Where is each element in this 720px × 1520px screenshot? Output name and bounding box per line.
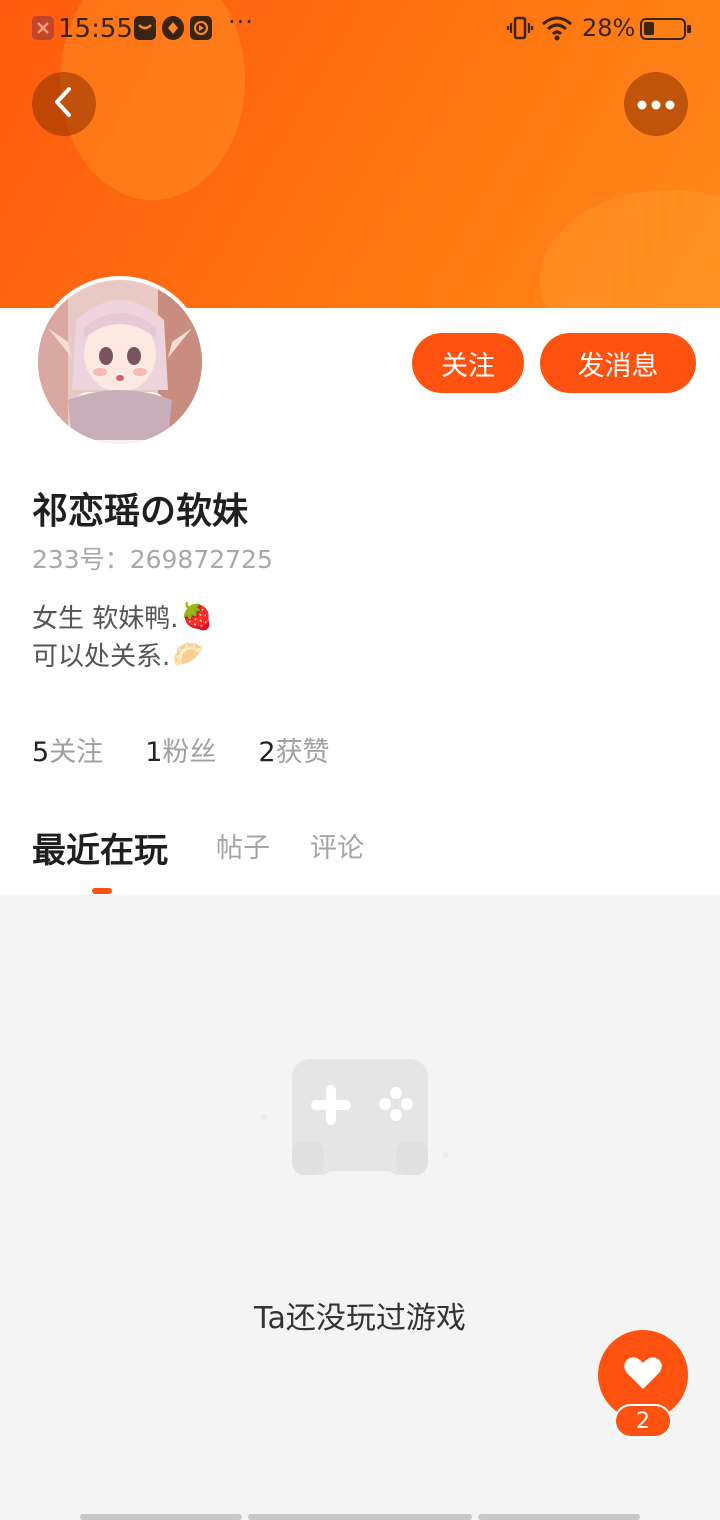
battery-level [644,22,654,35]
vibrate-icon [506,14,534,46]
stat-label: 获赞 [275,737,330,768]
app-play-icon [190,16,212,40]
stat-number: 2 [258,737,276,768]
stat-label: 关注 [49,737,104,768]
app-close-icon [32,16,54,40]
like-count-badge: 2 [614,1404,672,1438]
strawberry-icon: 🍓 [180,601,213,632]
tab-posts[interactable]: 帖子 [216,826,270,865]
more-horizontal-icon [636,95,676,114]
bottom-indicator [478,1514,640,1520]
battery-icon [640,18,691,40]
heart-icon [623,1355,663,1395]
avatar[interactable] [34,276,206,448]
follow-button[interactable]: 关注 [412,333,524,393]
tab-recently-played[interactable]: 最近在玩 [32,823,168,872]
stat-followers[interactable]: 1粉丝 [145,730,216,769]
status-more-indicator: ··· [228,8,254,36]
profile-name: 祁恋瑶の软妹 [32,491,249,532]
profile-uid: 233号：269872725 [32,545,273,574]
stat-number: 5 [32,737,50,768]
stat-label: 粉丝 [162,737,217,768]
stat-likes[interactable]: 2获赞 [258,730,329,769]
battery-nub [687,25,691,33]
app-map-icon [162,16,184,40]
back-button[interactable] [32,72,96,136]
chevron-left-icon [49,85,79,123]
bio-line-2: 可以处关系. 🥟 [32,636,205,673]
more-options-button[interactable] [624,72,688,136]
status-bar: 15:55 ··· 28% [0,0,720,56]
bottom-indicator [80,1514,242,1520]
app-mail-icon [134,16,156,40]
bottom-indicator [248,1514,472,1520]
status-time: 15:55 [58,14,133,44]
bio-text: 女生 软妹鸭. [32,604,179,634]
banner-decoration [540,190,720,308]
profile-stats: 5关注 1粉丝 2获赞 [32,730,372,769]
send-message-button[interactable]: 发消息 [540,333,696,393]
stat-following[interactable]: 5关注 [32,730,103,769]
dumpling-icon: 🥟 [172,639,205,670]
bio-line-1: 女生 软妹鸭. 🍓 [32,598,213,635]
tab-content: Ta还没玩过游戏 [0,895,720,1520]
empty-state-text: Ta还没玩过游戏 [254,1301,466,1336]
tab-comments[interactable]: 评论 [310,826,364,865]
bio-text: 可以处关系. [32,642,171,672]
tab-active-indicator [92,888,112,894]
wifi-icon [540,14,574,46]
gamepad-icon [250,995,470,1199]
battery-percent: 28% [582,14,636,42]
stat-number: 1 [145,737,163,768]
